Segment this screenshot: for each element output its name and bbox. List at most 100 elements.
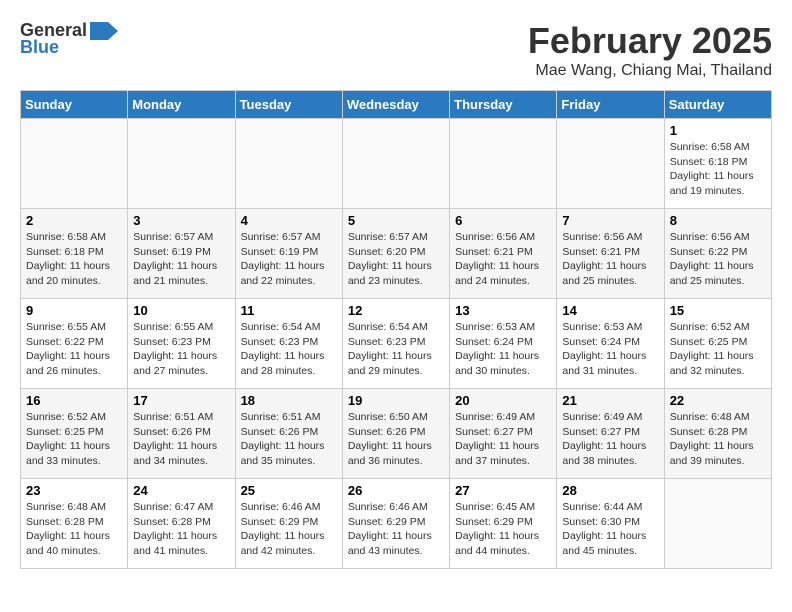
calendar-cell: 4 Sunrise: 6:57 AM Sunset: 6:19 PM Daylig… (235, 209, 342, 299)
day-number: 4 (241, 213, 337, 228)
day-number: 24 (133, 483, 229, 498)
day-number: 28 (562, 483, 658, 498)
calendar-cell (128, 119, 235, 209)
day-info: Sunrise: 6:50 AM Sunset: 6:26 PM Dayligh… (348, 410, 444, 469)
day-info: Sunrise: 6:56 AM Sunset: 6:21 PM Dayligh… (455, 230, 551, 289)
day-info: Sunrise: 6:54 AM Sunset: 6:23 PM Dayligh… (348, 320, 444, 379)
calendar-cell: 25 Sunrise: 6:46 AM Sunset: 6:29 PM Dayli… (235, 479, 342, 569)
day-number: 25 (241, 483, 337, 498)
day-info: Sunrise: 6:46 AM Sunset: 6:29 PM Dayligh… (348, 500, 444, 559)
day-info: Sunrise: 6:55 AM Sunset: 6:23 PM Dayligh… (133, 320, 229, 379)
calendar-cell: 9 Sunrise: 6:55 AM Sunset: 6:22 PM Daylig… (21, 299, 128, 389)
day-number: 19 (348, 393, 444, 408)
calendar-subtitle: Mae Wang, Chiang Mai, Thailand (528, 62, 772, 80)
weekday-header-row: SundayMondayTuesdayWednesdayThursdayFrid… (21, 91, 772, 119)
day-number: 17 (133, 393, 229, 408)
day-info: Sunrise: 6:51 AM Sunset: 6:26 PM Dayligh… (133, 410, 229, 469)
calendar-cell: 27 Sunrise: 6:45 AM Sunset: 6:29 PM Dayli… (450, 479, 557, 569)
title-area: February 2025 Mae Wang, Chiang Mai, Thai… (528, 20, 772, 80)
day-number: 5 (348, 213, 444, 228)
calendar-cell: 17 Sunrise: 6:51 AM Sunset: 6:26 PM Dayli… (128, 389, 235, 479)
weekday-header-sunday: Sunday (21, 91, 128, 119)
calendar-table: SundayMondayTuesdayWednesdayThursdayFrid… (20, 90, 772, 569)
calendar-week-row: 9 Sunrise: 6:55 AM Sunset: 6:22 PM Daylig… (21, 299, 772, 389)
calendar-cell (664, 479, 771, 569)
day-number: 14 (562, 303, 658, 318)
day-info: Sunrise: 6:56 AM Sunset: 6:22 PM Dayligh… (670, 230, 766, 289)
calendar-cell (21, 119, 128, 209)
day-info: Sunrise: 6:46 AM Sunset: 6:29 PM Dayligh… (241, 500, 337, 559)
day-number: 23 (26, 483, 122, 498)
calendar-cell (235, 119, 342, 209)
day-info: Sunrise: 6:45 AM Sunset: 6:29 PM Dayligh… (455, 500, 551, 559)
calendar-cell: 21 Sunrise: 6:49 AM Sunset: 6:27 PM Dayli… (557, 389, 664, 479)
day-number: 26 (348, 483, 444, 498)
day-number: 16 (26, 393, 122, 408)
day-number: 20 (455, 393, 551, 408)
day-info: Sunrise: 6:53 AM Sunset: 6:24 PM Dayligh… (455, 320, 551, 379)
calendar-cell (450, 119, 557, 209)
day-number: 13 (455, 303, 551, 318)
calendar-cell: 28 Sunrise: 6:44 AM Sunset: 6:30 PM Dayli… (557, 479, 664, 569)
day-info: Sunrise: 6:52 AM Sunset: 6:25 PM Dayligh… (26, 410, 122, 469)
day-info: Sunrise: 6:57 AM Sunset: 6:19 PM Dayligh… (133, 230, 229, 289)
day-number: 15 (670, 303, 766, 318)
day-info: Sunrise: 6:57 AM Sunset: 6:20 PM Dayligh… (348, 230, 444, 289)
calendar-cell: 5 Sunrise: 6:57 AM Sunset: 6:20 PM Daylig… (342, 209, 449, 299)
day-number: 8 (670, 213, 766, 228)
calendar-cell: 24 Sunrise: 6:47 AM Sunset: 6:28 PM Dayli… (128, 479, 235, 569)
day-info: Sunrise: 6:58 AM Sunset: 6:18 PM Dayligh… (670, 140, 766, 199)
calendar-cell: 20 Sunrise: 6:49 AM Sunset: 6:27 PM Dayli… (450, 389, 557, 479)
day-info: Sunrise: 6:44 AM Sunset: 6:30 PM Dayligh… (562, 500, 658, 559)
logo-blue: Blue (20, 37, 59, 58)
calendar-week-row: 16 Sunrise: 6:52 AM Sunset: 6:25 PM Dayli… (21, 389, 772, 479)
calendar-cell: 6Sunrise: 6:56 AM Sunset: 6:21 PM Daylig… (450, 209, 557, 299)
day-info: Sunrise: 6:48 AM Sunset: 6:28 PM Dayligh… (26, 500, 122, 559)
day-number: 10 (133, 303, 229, 318)
weekday-header-monday: Monday (128, 91, 235, 119)
day-number: 1 (670, 123, 766, 138)
calendar-body: 1 Sunrise: 6:58 AM Sunset: 6:18 PM Daylig… (21, 119, 772, 569)
calendar-cell: 15 Sunrise: 6:52 AM Sunset: 6:25 PM Dayli… (664, 299, 771, 389)
calendar-week-row: 1 Sunrise: 6:58 AM Sunset: 6:18 PM Daylig… (21, 119, 772, 209)
day-number: 21 (562, 393, 658, 408)
calendar-cell: 18Sunrise: 6:51 AM Sunset: 6:26 PM Dayli… (235, 389, 342, 479)
day-info: Sunrise: 6:54 AM Sunset: 6:23 PM Dayligh… (241, 320, 337, 379)
day-number: 11 (241, 303, 337, 318)
day-number: 3 (133, 213, 229, 228)
weekday-header-saturday: Saturday (664, 91, 771, 119)
calendar-cell: 1 Sunrise: 6:58 AM Sunset: 6:18 PM Daylig… (664, 119, 771, 209)
calendar-cell: 19 Sunrise: 6:50 AM Sunset: 6:26 PM Dayli… (342, 389, 449, 479)
day-info: Sunrise: 6:57 AM Sunset: 6:19 PM Dayligh… (241, 230, 337, 289)
calendar-cell: 11 Sunrise: 6:54 AM Sunset: 6:23 PM Dayli… (235, 299, 342, 389)
calendar-cell: 12Sunrise: 6:54 AM Sunset: 6:23 PM Dayli… (342, 299, 449, 389)
calendar-cell: 3 Sunrise: 6:57 AM Sunset: 6:19 PM Daylig… (128, 209, 235, 299)
calendar-cell: 8 Sunrise: 6:56 AM Sunset: 6:22 PM Daylig… (664, 209, 771, 299)
day-info: Sunrise: 6:52 AM Sunset: 6:25 PM Dayligh… (670, 320, 766, 379)
day-number: 2 (26, 213, 122, 228)
calendar-cell: 2 Sunrise: 6:58 AM Sunset: 6:18 PM Daylig… (21, 209, 128, 299)
day-number: 27 (455, 483, 551, 498)
calendar-cell: 14Sunrise: 6:53 AM Sunset: 6:24 PM Dayli… (557, 299, 664, 389)
weekday-header-thursday: Thursday (450, 91, 557, 119)
day-number: 7 (562, 213, 658, 228)
day-info: Sunrise: 6:55 AM Sunset: 6:22 PM Dayligh… (26, 320, 122, 379)
header: General Blue February 2025 Mae Wang, Chi… (20, 20, 772, 80)
weekday-header-tuesday: Tuesday (235, 91, 342, 119)
calendar-week-row: 2 Sunrise: 6:58 AM Sunset: 6:18 PM Daylig… (21, 209, 772, 299)
day-number: 9 (26, 303, 122, 318)
calendar-cell (342, 119, 449, 209)
calendar-cell: 23 Sunrise: 6:48 AM Sunset: 6:28 PM Dayli… (21, 479, 128, 569)
weekday-header-friday: Friday (557, 91, 664, 119)
day-info: Sunrise: 6:47 AM Sunset: 6:28 PM Dayligh… (133, 500, 229, 559)
logo: General Blue (20, 20, 118, 58)
day-info: Sunrise: 6:58 AM Sunset: 6:18 PM Dayligh… (26, 230, 122, 289)
day-info: Sunrise: 6:49 AM Sunset: 6:27 PM Dayligh… (455, 410, 551, 469)
logo-icon (90, 22, 118, 40)
calendar-cell: 26 Sunrise: 6:46 AM Sunset: 6:29 PM Dayli… (342, 479, 449, 569)
calendar-cell: 7Sunrise: 6:56 AM Sunset: 6:21 PM Daylig… (557, 209, 664, 299)
day-number: 22 (670, 393, 766, 408)
calendar-week-row: 23 Sunrise: 6:48 AM Sunset: 6:28 PM Dayli… (21, 479, 772, 569)
day-info: Sunrise: 6:48 AM Sunset: 6:28 PM Dayligh… (670, 410, 766, 469)
day-info: Sunrise: 6:49 AM Sunset: 6:27 PM Dayligh… (562, 410, 658, 469)
